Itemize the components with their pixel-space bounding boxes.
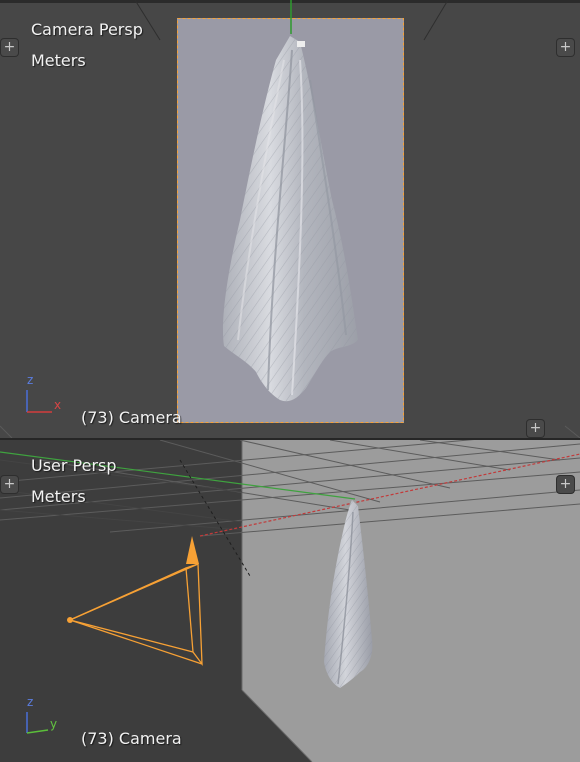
properties-toggle-button[interactable]: +: [557, 39, 574, 56]
axis-z-label: z: [27, 695, 34, 709]
toolbar-toggle-button[interactable]: +: [1, 476, 18, 493]
user-viewport[interactable]: z y User Persp Meters (73) Camera + +: [0, 440, 580, 762]
camera-up-triangle: [186, 536, 199, 564]
view-name: Camera Persp: [31, 20, 143, 39]
object-info: (73) Camera: [81, 408, 182, 427]
corner-widget-button[interactable]: +: [527, 420, 544, 437]
cloth-pin: [297, 41, 305, 47]
camera-origin[interactable]: [67, 617, 73, 623]
axis-z-label: z: [27, 373, 34, 387]
viewport-header-edge: [0, 0, 580, 3]
camera-viewport[interactable]: z x Camera Persp Meters (73) Camera + + …: [0, 0, 580, 438]
y-axis-line-gizmo: [26, 729, 49, 734]
view-edge-line: [423, 0, 449, 41]
axis-y-label: y: [50, 717, 58, 731]
toolbar-toggle-button[interactable]: +: [1, 39, 18, 56]
unit-label: Meters: [31, 487, 86, 506]
wall-plane[interactable]: [242, 440, 580, 762]
object-info: (73) Camera: [81, 729, 182, 748]
view-edge-line: [564, 425, 580, 438]
unit-label: Meters: [31, 51, 86, 70]
properties-toggle-button[interactable]: +: [557, 476, 574, 493]
axis-gizmo: [26, 390, 52, 413]
camera-viewport-canvas[interactable]: [0, 0, 580, 438]
axis-gizmo: [26, 712, 49, 734]
camera-object[interactable]: [67, 536, 203, 667]
axis-x-label: x: [54, 398, 62, 412]
view-edge-line: [0, 425, 13, 438]
user-viewport-canvas[interactable]: [0, 440, 580, 762]
view-name: User Persp: [31, 456, 117, 475]
